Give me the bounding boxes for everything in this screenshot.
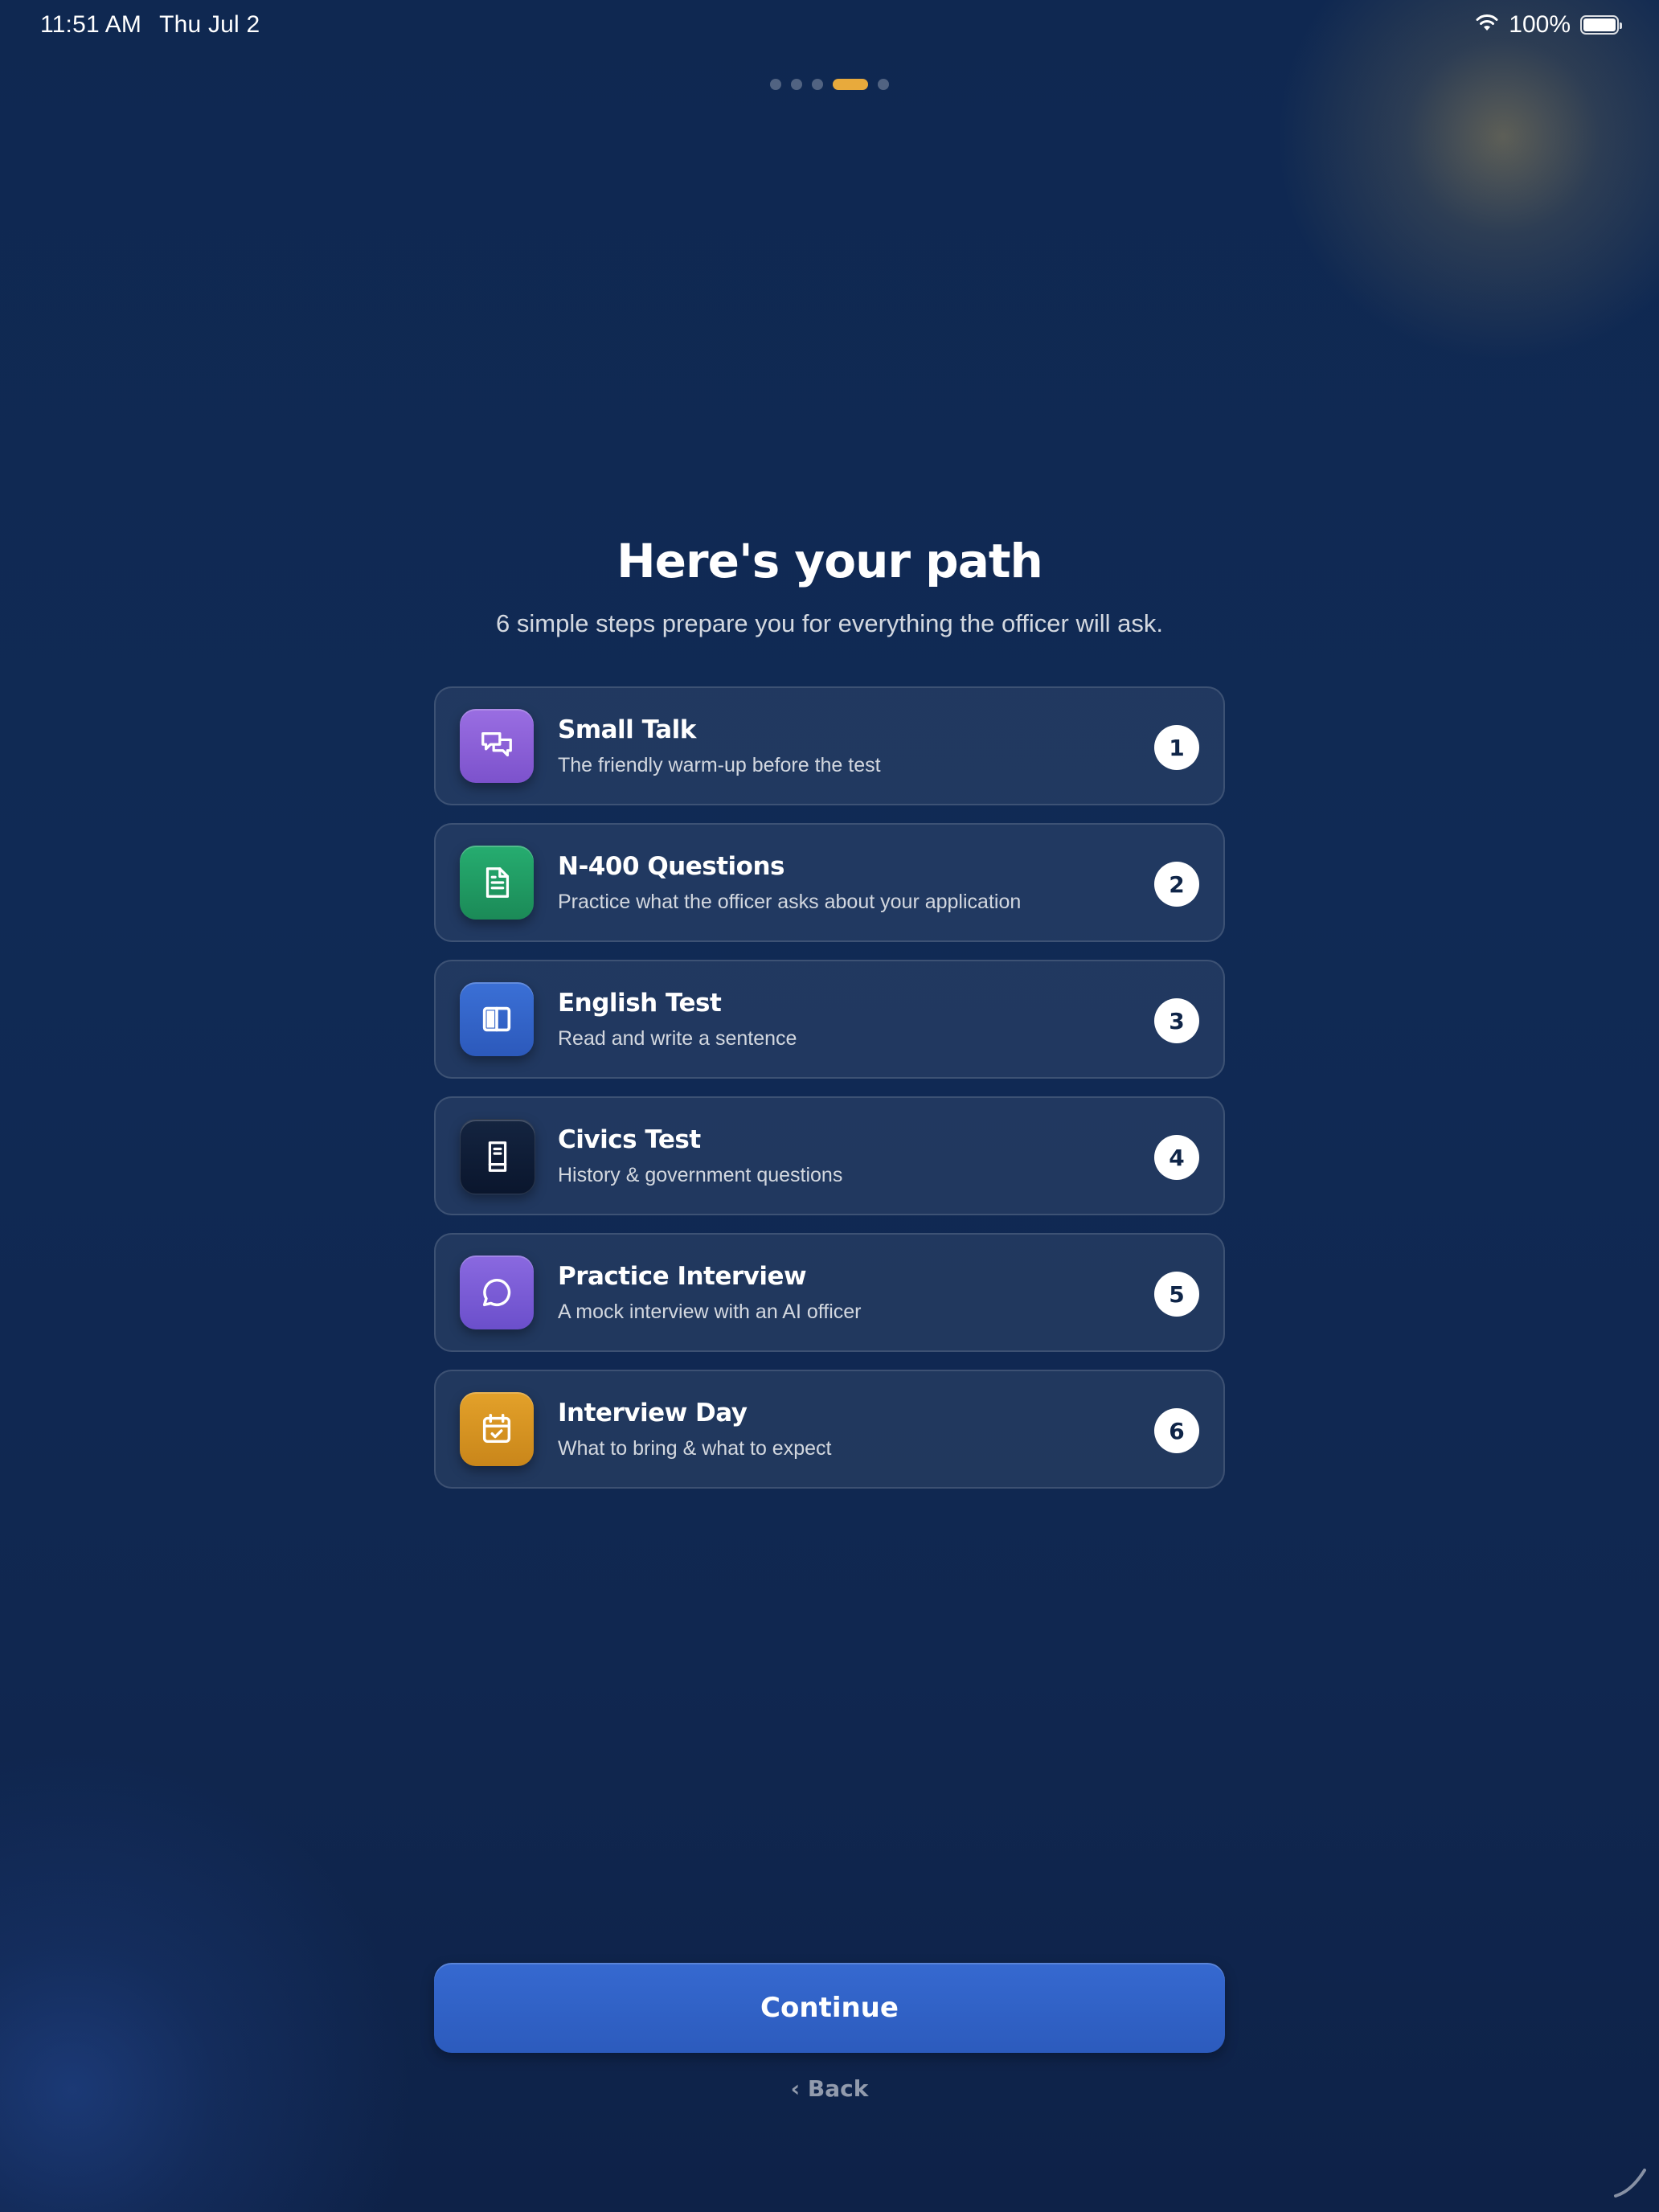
step-card-civics-test: Civics Test History & government questio…: [434, 1096, 1225, 1215]
page-subtitle: 6 simple steps prepare you for everythin…: [496, 609, 1163, 637]
step-description: What to bring & what to expect: [558, 1437, 832, 1460]
page-dot: [812, 79, 823, 90]
step-card-small-talk: Small Talk The friendly warm-up before t…: [434, 686, 1225, 805]
step-card-n400-questions: N-400 Questions Practice what the office…: [434, 823, 1225, 942]
step-description: History & government questions: [558, 1164, 843, 1186]
calendar-check-icon: [460, 1392, 534, 1466]
step-card-practice-interview: Practice Interview A mock interview with…: [434, 1233, 1225, 1352]
page-dot-active: [833, 79, 868, 90]
step-title: Small Talk: [558, 715, 696, 744]
step-number-badge: 1: [1154, 725, 1199, 770]
step-title: Interview Day: [558, 1399, 748, 1428]
step-title: Practice Interview: [558, 1262, 807, 1291]
step-description: Practice what the officer asks about you…: [558, 891, 1022, 913]
page-dot: [791, 79, 802, 90]
battery-percent: 100%: [1509, 11, 1571, 38]
step-description: The friendly warm-up before the test: [558, 754, 881, 776]
corner-arc-indicator: [1611, 2161, 1651, 2201]
step-number-badge: 3: [1154, 998, 1199, 1043]
page-dot: [770, 79, 781, 90]
status-date: Thu Jul 2: [159, 11, 260, 38]
step-number-badge: 5: [1154, 1272, 1199, 1317]
wifi-icon: [1475, 11, 1499, 39]
step-number-badge: 4: [1154, 1135, 1199, 1180]
page-title: Here's your path: [616, 534, 1043, 588]
battery-icon: [1580, 15, 1622, 35]
chat-bubbles-icon: [460, 709, 534, 783]
page-indicator: [0, 79, 1659, 90]
status-indicators: 100%: [1475, 11, 1622, 39]
document-icon: [460, 846, 534, 920]
step-card-interview-day: Interview Day What to bring & what to ex…: [434, 1370, 1225, 1489]
step-number-badge: 2: [1154, 862, 1199, 907]
status-time: 11:51 AM: [40, 11, 142, 38]
back-button[interactable]: ‹ Back: [0, 2075, 1659, 2102]
status-bar: 11:51 AM Thu Jul 2 100%: [0, 0, 1659, 51]
step-number-badge: 6: [1154, 1408, 1199, 1453]
step-title: English Test: [558, 989, 722, 1018]
step-card-english-test: English Test Read and write a sentence 3: [434, 960, 1225, 1079]
continue-button[interactable]: Continue: [434, 1963, 1225, 2053]
speech-bubble-icon: [460, 1256, 534, 1329]
step-description: Read and write a sentence: [558, 1027, 797, 1050]
status-time-date: 11:51 AM Thu Jul 2: [40, 11, 277, 39]
step-description: A mock interview with an AI officer: [558, 1301, 862, 1323]
step-title: Civics Test: [558, 1125, 701, 1154]
open-book-icon: [460, 982, 534, 1056]
steps-list: Small Talk The friendly warm-up before t…: [434, 686, 1225, 1506]
book-icon: [460, 1119, 535, 1194]
page-dot: [878, 79, 889, 90]
step-title: N-400 Questions: [558, 852, 784, 881]
